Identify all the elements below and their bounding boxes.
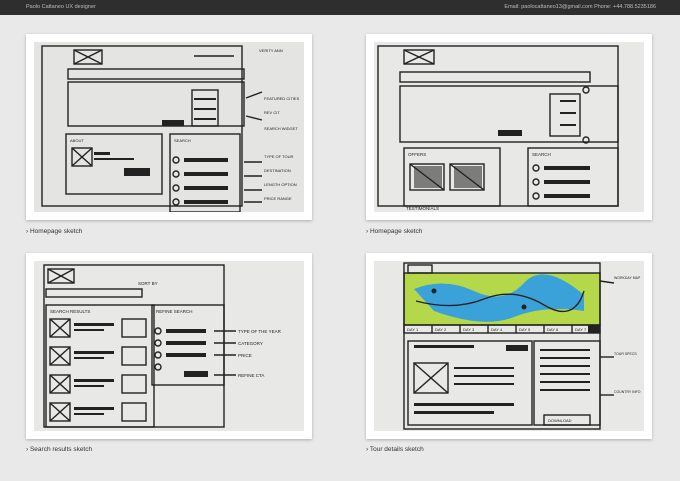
svg-text:SORT BY: SORT BY [138, 281, 158, 286]
svg-text:DAY 3: DAY 3 [463, 327, 475, 332]
svg-text:DESTINATION: DESTINATION [264, 168, 291, 173]
svg-text:TESTIMONIALS: TESTIMONIALS [406, 206, 439, 211]
svg-text:SEARCH WIDGET: SEARCH WIDGET [264, 126, 298, 131]
svg-text:TYPE OF TOUR: TYPE OF TOUR [264, 154, 294, 159]
sketch-card-homepage-1[interactable]: VERITY ANN FEATURED CITIES REV CIT SEARC… [26, 34, 312, 220]
svg-text:OFFERS: OFFERS [408, 152, 426, 157]
svg-text:DAY 7: DAY 7 [575, 327, 587, 332]
svg-text:DOWNLOAD: DOWNLOAD [548, 418, 572, 423]
svg-text:SEARCH: SEARCH [532, 152, 551, 157]
svg-text:SEARCH RESULTS: SEARCH RESULTS [50, 309, 90, 314]
caption-homepage-2[interactable]: › Homepage sketch [366, 228, 422, 235]
contact-info[interactable]: Email: paolocattaneo13@gmail.com Phone: … [504, 4, 656, 10]
svg-text:CATEGORY: CATEGORY [238, 341, 263, 346]
svg-text:VERITY ANN: VERITY ANN [259, 48, 283, 53]
svg-text:REV CIT: REV CIT [264, 110, 280, 115]
svg-text:LENGTH OPTION: LENGTH OPTION [264, 182, 297, 187]
svg-text:PRICE RANGE: PRICE RANGE [264, 196, 292, 201]
caption-homepage-1[interactable]: › Homepage sketch [26, 228, 82, 235]
svg-text:TYPE OF THE YEAR: TYPE OF THE YEAR [238, 329, 282, 334]
svg-text:DAY 4: DAY 4 [491, 327, 503, 332]
svg-text:REFINE SEARCH: REFINE SEARCH [156, 309, 193, 314]
caption-tour-details[interactable]: › Tour details sketch [366, 446, 424, 453]
svg-text:DAY 2: DAY 2 [435, 327, 447, 332]
sketch-card-search-results[interactable]: SEARCH RESULTS REFINE SEARCH SORT BY TYP… [26, 253, 312, 439]
top-bar: Paolo Cattaneo UX designer Email: paoloc… [0, 0, 680, 15]
sketch-card-tour-details[interactable]: DAY 1 DAY 2 DAY 3 DAY 4 DAY 5 DAY 6 DAY … [366, 253, 652, 439]
svg-text:ABOUT: ABOUT [70, 138, 84, 143]
svg-text:REFINE CTA: REFINE CTA [238, 373, 264, 378]
svg-text:WORKDAY MAP: WORKDAY MAP [614, 276, 641, 280]
tour-details-sketch-image: DAY 1 DAY 2 DAY 3 DAY 4 DAY 5 DAY 6 DAY … [374, 261, 644, 431]
svg-text:DAY 6: DAY 6 [547, 327, 559, 332]
svg-text:TOUR SPECS: TOUR SPECS [614, 352, 637, 356]
svg-text:DAY 1: DAY 1 [407, 327, 419, 332]
designer-name: Paolo Cattaneo UX designer [26, 4, 96, 10]
caption-search-results[interactable]: › Search results sketch [26, 446, 92, 453]
homepage-sketch-image-2: OFFERS SEARCH TESTIMONIALS [374, 42, 644, 212]
svg-text:DAY 5: DAY 5 [519, 327, 531, 332]
sketch-card-homepage-2[interactable]: OFFERS SEARCH TESTIMONIALS [366, 34, 652, 220]
svg-text:SEARCH: SEARCH [174, 138, 191, 143]
svg-text:PRICE: PRICE [238, 353, 252, 358]
homepage-sketch-image: VERITY ANN FEATURED CITIES REV CIT SEARC… [34, 42, 304, 212]
search-results-sketch-image: SEARCH RESULTS REFINE SEARCH SORT BY TYP… [34, 261, 304, 431]
svg-text:COUNTRY INFO: COUNTRY INFO [614, 390, 641, 394]
svg-text:FEATURED CITIES: FEATURED CITIES [264, 96, 300, 101]
